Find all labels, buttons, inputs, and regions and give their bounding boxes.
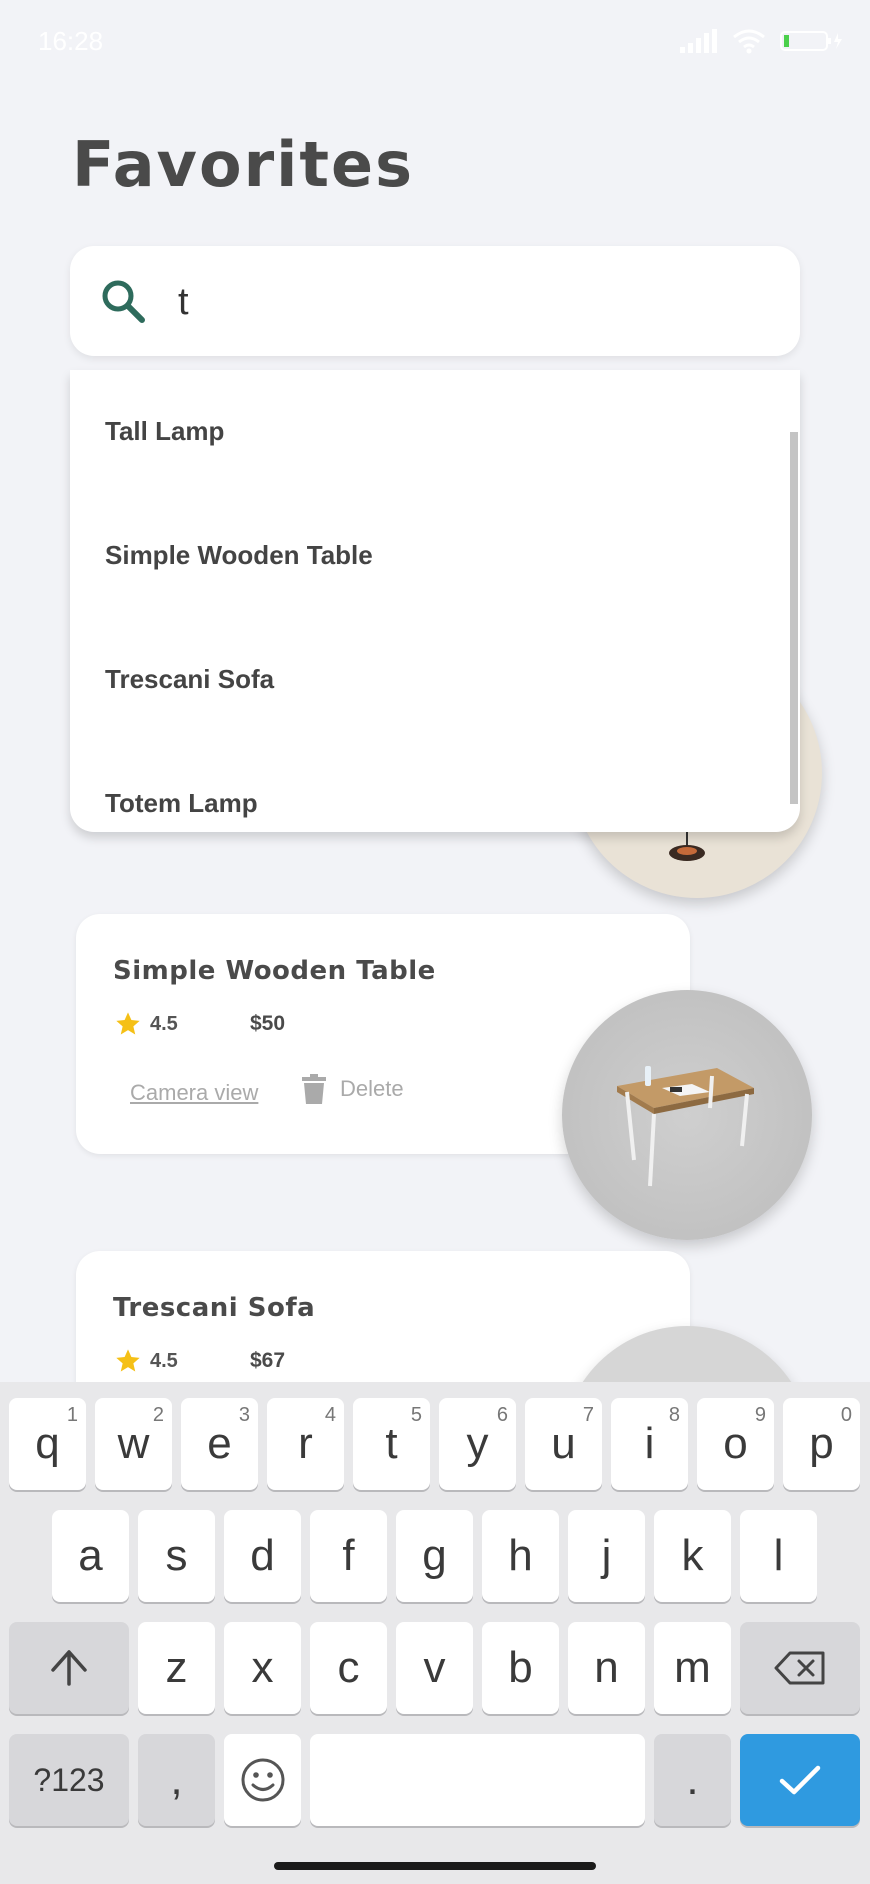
key-g[interactable]: g — [396, 1510, 473, 1602]
suggestions-scrollbar[interactable] — [790, 432, 798, 804]
status-time: 16:28 — [38, 26, 104, 56]
suggestion-item[interactable]: Totem Lamp — [105, 788, 258, 819]
rating-value: 4.5 — [150, 1012, 178, 1035]
key-r[interactable]: r4 — [267, 1398, 344, 1490]
key-u[interactable]: u7 — [525, 1398, 602, 1490]
check-icon — [779, 1765, 821, 1795]
suggestion-item[interactable]: Simple Wooden Table — [105, 540, 373, 571]
search-suggestions: Tall Lamp Simple Wooden Table Trescani S… — [70, 370, 800, 832]
backspace-key[interactable] — [740, 1622, 860, 1714]
camera-view-link[interactable]: Camera view — [130, 1080, 258, 1106]
comma-key[interactable]: , — [138, 1734, 215, 1826]
wifi-icon — [733, 29, 765, 54]
key-l[interactable]: l — [740, 1510, 817, 1602]
key-a[interactable]: a — [52, 1510, 129, 1602]
shift-key[interactable] — [9, 1622, 129, 1714]
rating: 4.5 — [114, 1347, 178, 1375]
key-z[interactable]: z — [138, 1622, 215, 1714]
price: $50 — [250, 1012, 286, 1035]
star-icon — [116, 1012, 140, 1035]
key-e[interactable]: e3 — [181, 1398, 258, 1490]
search-icon — [102, 280, 145, 323]
backspace-icon — [774, 1651, 825, 1685]
key-d[interactable]: d — [224, 1510, 301, 1602]
emoji-icon — [241, 1758, 284, 1802]
home-indicator[interactable] — [274, 1862, 596, 1870]
page-title: Favorites — [72, 128, 414, 201]
suggestion-item[interactable]: Trescani Sofa — [105, 664, 274, 695]
delete-button[interactable]: Delete — [302, 1074, 404, 1104]
signal-icon — [680, 29, 717, 53]
rating: 4.5 — [114, 1010, 178, 1038]
key-w[interactable]: w2 — [95, 1398, 172, 1490]
key-i[interactable]: i8 — [611, 1398, 688, 1490]
key-y[interactable]: y6 — [439, 1398, 516, 1490]
product-name: Simple Wooden Table — [113, 956, 436, 986]
table-icon — [617, 1066, 754, 1187]
period-key[interactable]: . — [654, 1734, 731, 1826]
key-q[interactable]: q1 — [9, 1398, 86, 1490]
product-image-table[interactable] — [562, 990, 812, 1240]
space-key[interactable] — [310, 1734, 645, 1826]
key-n[interactable]: n — [568, 1622, 645, 1714]
symbols-key[interactable]: ?123 — [9, 1734, 129, 1826]
search-box[interactable] — [70, 246, 800, 356]
emoji-key[interactable] — [224, 1734, 301, 1826]
key-k[interactable]: k — [654, 1510, 731, 1602]
key-p[interactable]: p0 — [783, 1398, 860, 1490]
status-bar: 16:28 — [0, 0, 870, 80]
price: $67 — [250, 1349, 286, 1372]
shift-icon — [51, 1650, 87, 1686]
key-t[interactable]: t5 — [353, 1398, 430, 1490]
keyboard: q1 w2 e3 r4 t5 y6 u7 i8 o9 p0 a s d f g … — [0, 1382, 870, 1884]
trash-icon — [302, 1074, 326, 1104]
key-v[interactable]: v — [396, 1622, 473, 1714]
suggestion-item[interactable]: Tall Lamp — [105, 416, 224, 447]
search-input[interactable] — [176, 274, 760, 330]
product-name: Trescani Sofa — [113, 1293, 316, 1323]
key-m[interactable]: m — [654, 1622, 731, 1714]
star-icon — [116, 1349, 140, 1372]
done-key[interactable] — [740, 1734, 860, 1826]
key-j[interactable]: j — [568, 1510, 645, 1602]
key-s[interactable]: s — [138, 1510, 215, 1602]
key-f[interactable]: f — [310, 1510, 387, 1602]
battery-icon — [780, 31, 842, 51]
key-h[interactable]: h — [482, 1510, 559, 1602]
rating-value: 4.5 — [150, 1349, 178, 1372]
key-x[interactable]: x — [224, 1622, 301, 1714]
delete-label: Delete — [340, 1076, 404, 1101]
status-icons — [680, 28, 844, 54]
key-b[interactable]: b — [482, 1622, 559, 1714]
key-o[interactable]: o9 — [697, 1398, 774, 1490]
key-c[interactable]: c — [310, 1622, 387, 1714]
